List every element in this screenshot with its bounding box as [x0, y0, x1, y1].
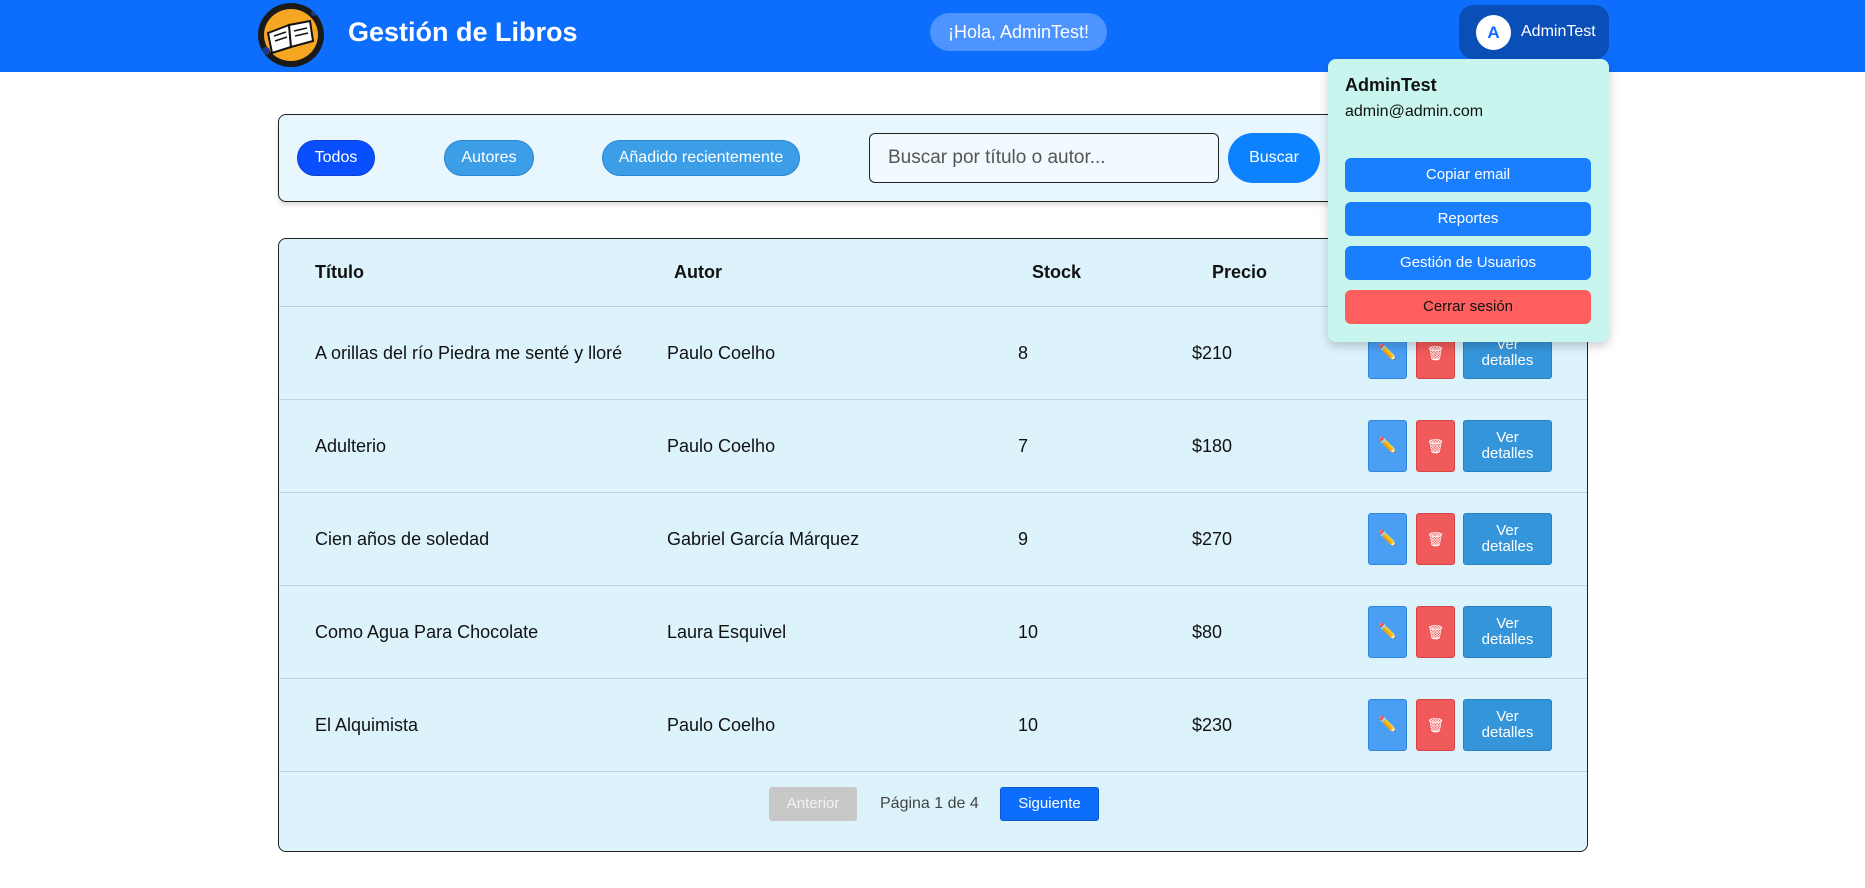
book-stock: 7 [1018, 436, 1029, 456]
book-author: Gabriel García Márquez [667, 529, 860, 549]
filter-all-button[interactable]: Todos [297, 140, 375, 176]
book-stock: 9 [1018, 529, 1029, 549]
dropdown-user-email: admin@admin.com [1345, 103, 1484, 120]
table-row: Adulterio Paulo Coelho 7 $180 ✏️ 🗑 Ver de… [279, 400, 1587, 493]
book-author: Laura Esquivel [667, 622, 787, 642]
column-stock: Stock [1032, 262, 1082, 282]
book-author: Paulo Coelho [667, 715, 776, 735]
view-details-button[interactable]: Ver detalles [1463, 420, 1552, 472]
greeting-badge: ¡Hola, AdminTest! [930, 13, 1108, 51]
user-management-button[interactable]: Gestión de Usuarios [1345, 246, 1591, 280]
delete-button[interactable]: 🗑 [1416, 699, 1455, 751]
book-stock: 8 [1018, 343, 1029, 363]
edit-button[interactable]: ✏️ [1368, 699, 1407, 751]
logout-button[interactable]: Cerrar sesión [1345, 290, 1591, 324]
book-stock: 10 [1018, 715, 1039, 735]
book-title: Como Agua Para Chocolate [315, 622, 539, 642]
book-title: Cien años de soledad [315, 529, 490, 549]
column-price: Precio [1212, 262, 1268, 282]
user-dropdown-menu: AdminTest admin@admin.com Copiar email R… [1328, 59, 1609, 342]
table-row: El Alquimista Paulo Coelho 10 $230 ✏️ 🗑 … [279, 679, 1587, 772]
delete-button[interactable]: 🗑 [1416, 606, 1455, 658]
pencil-icon: ✏️ [1378, 623, 1397, 640]
pagination: Anterior Página 1 de 4 Siguiente [279, 787, 1587, 851]
delete-button[interactable]: 🗑 [1416, 513, 1455, 565]
book-title: El Alquimista [315, 715, 419, 735]
edit-button[interactable]: ✏️ [1368, 420, 1407, 472]
trash-icon: 🗑 [1426, 345, 1445, 361]
view-details-button[interactable]: Ver detalles [1463, 699, 1552, 751]
search-input[interactable] [869, 133, 1219, 183]
filter-authors-button[interactable]: Autores [444, 140, 534, 176]
next-page-button[interactable]: Siguiente [1000, 787, 1099, 821]
trash-icon: 🗑 [1426, 531, 1445, 547]
book-title: Adulterio [315, 436, 387, 456]
trash-icon: 🗑 [1426, 624, 1445, 640]
dropdown-user-name: AdminTest [1345, 75, 1437, 95]
view-details-button[interactable]: Ver detalles [1463, 606, 1552, 658]
column-title: Título [315, 262, 364, 282]
user-name: AdminTest [1521, 23, 1596, 40]
book-author: Paulo Coelho [667, 436, 776, 456]
table-row: Como Agua Para Chocolate Laura Esquivel … [279, 586, 1587, 679]
book-stock: 10 [1018, 622, 1039, 642]
filter-recent-button[interactable]: Añadido recientemente [602, 140, 800, 176]
pencil-icon: ✏️ [1378, 437, 1397, 454]
book-price: $210 [1192, 343, 1233, 363]
pencil-icon: ✏️ [1378, 344, 1397, 361]
column-author: Autor [674, 262, 722, 282]
avatar: A [1476, 15, 1511, 50]
search-button[interactable]: Buscar [1228, 133, 1320, 183]
user-menu-button[interactable]: A AdminTest [1459, 5, 1609, 59]
pencil-icon: ✏️ [1378, 716, 1397, 733]
prev-page-button[interactable]: Anterior [769, 787, 857, 821]
delete-button[interactable]: 🗑 [1416, 420, 1455, 472]
reports-button[interactable]: Reportes [1345, 202, 1591, 236]
pencil-icon: ✏️ [1378, 530, 1397, 547]
book-price: $180 [1192, 436, 1233, 456]
trash-icon: 🗑 [1426, 438, 1445, 454]
book-price: $270 [1192, 529, 1233, 549]
book-price: $80 [1192, 622, 1223, 642]
table-row: Cien años de soledad Gabriel García Márq… [279, 493, 1587, 586]
edit-button[interactable]: ✏️ [1368, 513, 1407, 565]
view-details-button[interactable]: Ver detalles [1463, 513, 1552, 565]
app-title: Gestión de Libros [348, 17, 578, 47]
edit-button[interactable]: ✏️ [1368, 606, 1407, 658]
book-price: $230 [1192, 715, 1233, 735]
page-indicator: Página 1 de 4 [880, 795, 979, 812]
book-author: Paulo Coelho [667, 343, 776, 363]
book-title: A orillas del río Piedra me senté y llor… [315, 343, 623, 363]
book-logo-icon[interactable] [258, 3, 324, 67]
trash-icon: 🗑 [1426, 717, 1445, 733]
copy-email-button[interactable]: Copiar email [1345, 158, 1591, 192]
